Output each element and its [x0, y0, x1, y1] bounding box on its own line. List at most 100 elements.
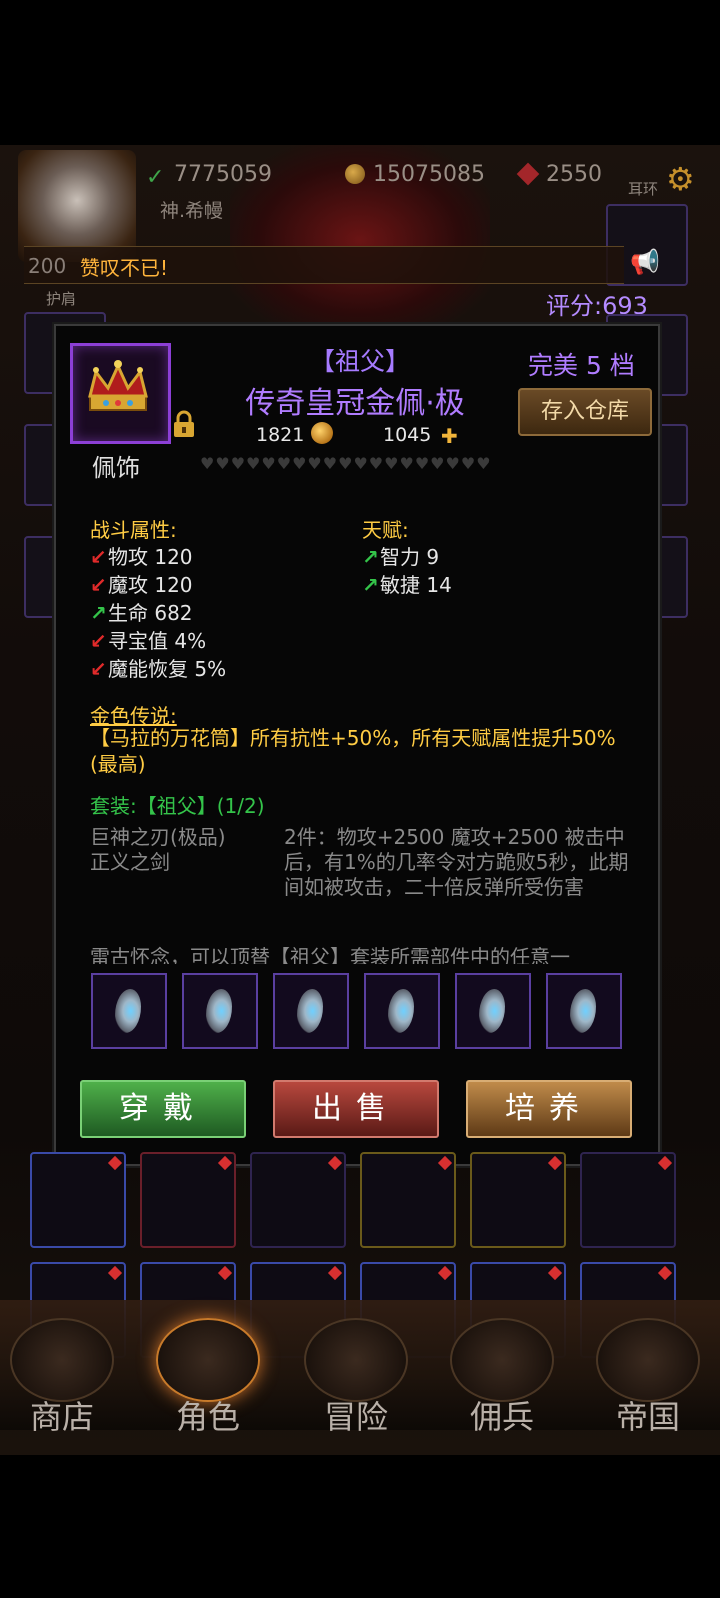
- stat-row: ↙魔攻 120: [90, 571, 226, 599]
- stat-row: ↗生命 682: [90, 599, 226, 627]
- stat-row: ↙寻宝值 4%: [90, 627, 226, 655]
- arrow-down-icon: ↙: [90, 629, 107, 653]
- gold-value: 1821: [256, 424, 305, 446]
- stat-text: 魔攻 120: [108, 573, 193, 597]
- nav-mercenary[interactable]: 佣兵: [442, 1318, 562, 1438]
- stone-slot[interactable]: [364, 973, 440, 1049]
- stat-green-value: 7775059: [174, 162, 272, 187]
- stat-text: 魔能恢复 5%: [108, 657, 227, 681]
- stat-text: 寻宝值 4%: [108, 629, 207, 653]
- stone-gem-icon: [206, 989, 232, 1033]
- stone-slot[interactable]: [546, 973, 622, 1049]
- item-name: 传奇皇冠金佩·极: [245, 386, 465, 421]
- new-badge: [437, 1265, 453, 1281]
- talent-stats-list: ↗智力 9 ↗敏捷 14: [362, 543, 452, 599]
- coin-icon: [345, 164, 365, 184]
- stone-slot[interactable]: [455, 973, 531, 1049]
- piece-value: 1045: [383, 424, 432, 446]
- chat-message: 赞叹不已!: [80, 256, 169, 280]
- stat-text: 敏捷 14: [380, 573, 452, 597]
- suit-piece-2: 正义之剑: [90, 850, 170, 874]
- item-slot-type: 佩饰: [92, 454, 140, 482]
- wear-button[interactable]: 穿戴: [80, 1080, 246, 1138]
- stat-row: ↙物攻 120: [90, 543, 226, 571]
- inventory-slot[interactable]: [250, 1152, 346, 1248]
- new-badge: [217, 1155, 233, 1171]
- gem-icon: [516, 162, 540, 186]
- new-badge: [657, 1265, 673, 1281]
- arrow-up-icon: ↗: [90, 601, 107, 625]
- check-icon: ✓: [146, 165, 165, 190]
- stat-green: ✓ 7775059: [146, 162, 272, 190]
- stat-row: ↗智力 9: [362, 543, 452, 571]
- assassin-icon: [450, 1318, 554, 1402]
- crown-icon: [596, 1318, 700, 1402]
- item-grade: 完美 5 档: [528, 351, 635, 380]
- item-set-name: 【祖父】: [309, 347, 410, 376]
- legend-text: 【马拉的万花筒】所有抗性+50%，所有天赋属性提升50%(最高): [90, 726, 616, 776]
- nav-adventure[interactable]: 冒险: [296, 1318, 416, 1438]
- new-badge: [107, 1265, 123, 1281]
- megaphone-icon[interactable]: 📢: [630, 248, 660, 276]
- new-badge: [327, 1265, 343, 1281]
- nav-role-label: 角色: [175, 1398, 240, 1436]
- shoulder-label: 护肩: [46, 290, 77, 308]
- nav-role[interactable]: 角色: [148, 1318, 268, 1438]
- new-badge: [327, 1155, 343, 1171]
- stone-gem-icon: [388, 989, 414, 1033]
- store-to-warehouse-button[interactable]: 存入仓库: [518, 388, 652, 436]
- stat-gem: 2550: [516, 162, 602, 188]
- new-badge: [657, 1155, 673, 1171]
- combat-stats-list: ↙物攻 120 ↙魔攻 120 ↗生命 682 ↙寻宝值 4% ↙魔能恢复 5%: [90, 543, 226, 683]
- crown-icon: [88, 360, 148, 411]
- stone-note: 雷古怀念，可以顶替【祖父】套装所需部件中的任意一: [90, 945, 570, 964]
- sell-button[interactable]: 出售: [273, 1080, 439, 1138]
- stat-text: 智力 9: [380, 545, 440, 569]
- suit-effect: 2件：物攻+2500 魔攻+2500 被击中后，有1%的几率令对方跪败5秒，此期…: [284, 825, 629, 899]
- suit-title: 套装:【祖父】(1/2): [90, 794, 265, 818]
- stat-gold-value: 15075085: [373, 162, 485, 187]
- combat-title: 战斗属性:: [90, 518, 177, 542]
- inventory-slot[interactable]: [30, 1152, 126, 1248]
- lock-icon[interactable]: [172, 410, 196, 438]
- stat-row: ↗敏捷 14: [362, 571, 452, 599]
- nav-shop[interactable]: 商店: [2, 1318, 122, 1438]
- nav-empire-label: 帝国: [615, 1398, 680, 1436]
- stat-gold: 15075085: [345, 162, 485, 188]
- inventory-slot[interactable]: [580, 1152, 676, 1248]
- new-badge: [547, 1155, 563, 1171]
- arrow-up-icon: ↗: [362, 545, 379, 569]
- gear-icon[interactable]: ⚙: [666, 160, 695, 198]
- crossed-swords-icon: [304, 1318, 408, 1402]
- stone-slot[interactable]: [273, 973, 349, 1049]
- new-badge: [437, 1155, 453, 1171]
- nav-empire[interactable]: 帝国: [588, 1318, 708, 1438]
- new-badge: [217, 1265, 233, 1281]
- puzzle-piece-icon: ✚: [441, 424, 458, 448]
- train-button[interactable]: 培养: [466, 1080, 632, 1138]
- nav-shop-label: 商店: [29, 1398, 94, 1436]
- stone-gem-icon: [570, 989, 596, 1033]
- stone-slot[interactable]: [182, 973, 258, 1049]
- new-badge: [547, 1265, 563, 1281]
- inventory-slot[interactable]: [360, 1152, 456, 1248]
- talent-title: 天赋:: [362, 518, 409, 542]
- stone-slot[interactable]: [91, 973, 167, 1049]
- chat-count: 200: [28, 254, 67, 278]
- arrow-down-icon: ↙: [90, 545, 107, 569]
- player-name: 神.希幔: [160, 200, 224, 222]
- suit-piece-1: 巨神之刃(极品): [90, 825, 226, 849]
- arrow-up-icon: ↗: [362, 573, 379, 597]
- castle-icon: [10, 1318, 114, 1402]
- new-badge: [107, 1155, 123, 1171]
- stat-row: ↙魔能恢复 5%: [90, 655, 226, 683]
- stat-text: 物攻 120: [108, 545, 193, 569]
- inventory-slot[interactable]: [470, 1152, 566, 1248]
- inventory-slot[interactable]: [140, 1152, 236, 1248]
- stat-text: 生命 682: [108, 601, 193, 625]
- stone-gem-icon: [115, 989, 141, 1033]
- hooded-figure-icon: [156, 1318, 260, 1402]
- nav-adventure-label: 冒险: [323, 1398, 388, 1436]
- arrow-down-icon: ↙: [90, 657, 107, 681]
- arrow-down-icon: ↙: [90, 573, 107, 597]
